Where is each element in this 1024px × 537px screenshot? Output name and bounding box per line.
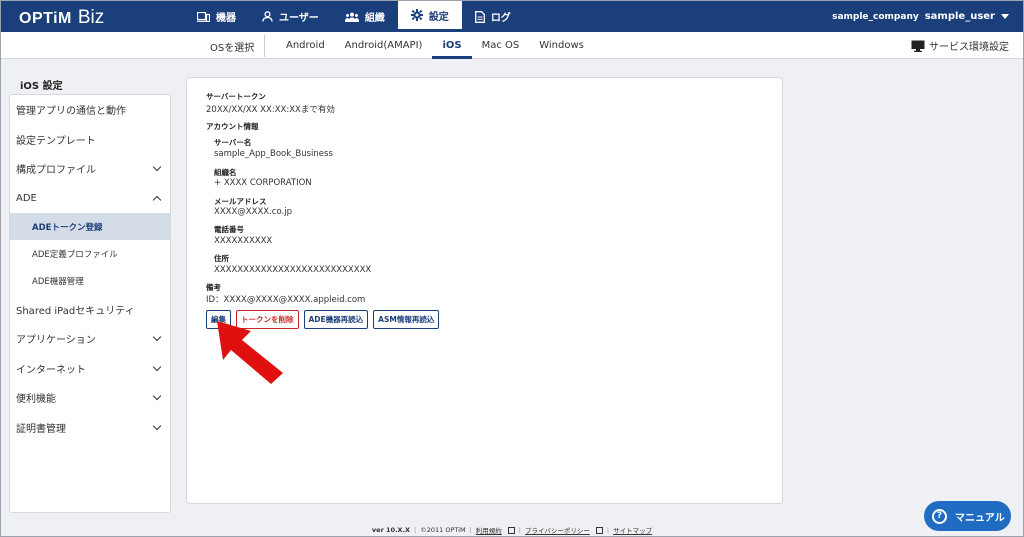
os-select-label: OSを選択 — [210, 43, 255, 54]
footer-privacy-link[interactable]: プライバシーポリシー — [525, 525, 590, 535]
footer-separator: | — [606, 526, 610, 534]
sidebar-item-templates[interactable]: 設定テンプレート — [10, 125, 170, 155]
email-label: メールアドレス — [214, 197, 267, 206]
divider — [264, 35, 265, 57]
sidebar-item-label: 便利機能 — [16, 394, 56, 406]
device-icon — [197, 11, 210, 22]
note-label: 備考 — [206, 283, 221, 292]
tab-macos[interactable]: Mac OS — [472, 32, 530, 59]
sidebar-item-certificates[interactable]: 証明書管理 — [10, 413, 170, 443]
sidebar-item-ade[interactable]: ADE — [10, 184, 170, 214]
help-icon: ? — [932, 508, 947, 524]
sidebar-item-label: 管理アプリの通信と動作 — [16, 106, 126, 118]
manual-button-label: マニュアル — [955, 512, 1005, 524]
sidebar-item-config-profiles[interactable]: 構成プロファイル — [10, 154, 170, 184]
footer-terms-link[interactable]: 利用規約 — [476, 525, 502, 535]
footer-version: ver 10.X.X — [371, 526, 411, 534]
sidebar: 管理アプリの通信と動作 設定テンプレート 構成プロファイル ADE ADEトーク… — [9, 94, 171, 513]
nav-organization-label: 組織 — [364, 13, 385, 24]
phone-label: 電話番号 — [214, 225, 244, 234]
optim-biz-logo[interactable]: OPTiM Biz — [19, 7, 104, 29]
sidebar-item-label: ADE — [16, 193, 37, 205]
sidebar-item-label: 設定テンプレート — [16, 135, 96, 147]
tab-windows[interactable]: Windows — [529, 32, 594, 59]
sidebar-title: iOS 設定 — [20, 81, 63, 92]
footer-separator: | — [518, 526, 521, 534]
chevron-down-icon — [152, 333, 162, 342]
sidebar-item-ade-token[interactable]: ADEトークン登録 — [10, 213, 170, 241]
nav-users-label: ユーザー — [279, 13, 319, 24]
sidebar-item-internet[interactable]: インターネット — [10, 354, 170, 384]
sidebar-item-label: 構成プロファイル — [16, 165, 96, 177]
logo-optim-text: OPTiM — [19, 10, 72, 27]
os-selector-bar: OSを選択 Android Android(AMAPI) iOS Mac OS … — [1, 32, 1023, 59]
gear-icon — [410, 9, 423, 21]
chevron-down-icon — [152, 421, 162, 431]
tab-ios[interactable]: iOS — [432, 32, 472, 59]
server-token-label: サーバートークン — [206, 92, 266, 101]
nav-settings[interactable]: 設定 — [397, 1, 462, 32]
ade-token-panel: サーバートークン 20XX/XX/XX XX:XX:XXまで有効 アカウント情報… — [186, 77, 783, 504]
sidebar-item-utilities[interactable]: 便利機能 — [10, 383, 170, 413]
logo-biz-text: Biz — [77, 7, 105, 28]
server-token-value: 20XX/XX/XX XX:XX:XXまで有効 — [206, 105, 335, 115]
phone-value: XXXXXXXXXX — [214, 236, 273, 246]
server-name-label: サーバー名 — [214, 138, 252, 147]
top-navbar: OPTiM Biz 機器 ユーザー 組織 設定 ログ sample_compan… — [1, 1, 1023, 32]
chevron-down-icon — [152, 362, 162, 372]
email-value: XXXX@XXXX.co.jp — [214, 207, 292, 217]
sidebar-item-shared-ipad[interactable]: Shared iPadセキュリティ — [10, 294, 170, 324]
caret-down-icon — [1001, 14, 1009, 19]
note-value: ID：XXXX@XXXX@XXXX.appleid.com — [206, 295, 366, 305]
os-tabs: Android Android(AMAPI) iOS Mac OS Window… — [276, 32, 594, 59]
nav-logs-label: ログ — [490, 13, 511, 24]
main-nav: 機器 ユーザー 組織 設定 ログ — [184, 1, 524, 32]
nav-logs[interactable]: ログ — [462, 1, 524, 32]
server-name-value: sample_App_Book_Business — [214, 149, 333, 159]
company-name: sample_company — [832, 11, 919, 22]
footer-copyright: ©2011 OPTiM — [420, 526, 466, 534]
pointer-arrow-icon — [217, 321, 283, 384]
account-info-label: アカウント情報 — [206, 122, 259, 131]
sidebar-item-app-communication[interactable]: 管理アプリの通信と動作 — [10, 95, 170, 125]
user-name: sample_user — [924, 11, 995, 22]
nav-devices-label: 機器 — [216, 13, 236, 24]
document-icon — [474, 10, 485, 23]
tab-android-amapi[interactable]: Android(AMAPI) — [335, 32, 433, 59]
address-value: XXXXXXXXXXXXXXXXXXXXXXXXXXX — [214, 265, 372, 275]
user-menu[interactable]: sample_company sample_user — [832, 1, 1009, 32]
nav-settings-label: 設定 — [428, 11, 449, 23]
nav-users[interactable]: ユーザー — [249, 1, 332, 32]
external-link-icon — [595, 526, 603, 534]
footer-sitemap-link[interactable]: サイトマップ — [613, 525, 652, 535]
address-label: 住所 — [214, 254, 229, 263]
sidebar-item-ade-devices[interactable]: ADE機器管理 — [10, 267, 170, 294]
footer-separator: | — [414, 526, 417, 534]
tab-android[interactable]: Android — [276, 32, 335, 59]
monitor-icon — [911, 40, 925, 52]
footer: ver 10.X.X | ©2011 OPTiM | 利用規約 | プライバシー… — [1, 525, 1023, 535]
chevron-up-icon — [152, 195, 162, 205]
external-link-icon — [507, 526, 515, 534]
service-env-label: サービス環境設定 — [929, 42, 1009, 53]
ade-reload-button[interactable]: ADE機器再読込 — [303, 310, 369, 329]
nav-devices[interactable]: 機器 — [184, 1, 249, 32]
sidebar-item-label: アプリケーション — [16, 335, 96, 347]
footer-separator: | — [469, 526, 472, 534]
user-icon — [262, 11, 273, 22]
asm-reload-button[interactable]: ASM情報再読込 — [373, 310, 440, 329]
chevron-down-icon — [152, 392, 162, 401]
sidebar-item-applications[interactable]: アプリケーション — [10, 324, 170, 354]
manual-button[interactable]: ? マニュアル — [924, 501, 1011, 531]
sidebar-item-ade-profile[interactable]: ADE定義プロファイル — [10, 240, 170, 267]
nav-organization[interactable]: 組織 — [332, 1, 398, 32]
org-value: + XXXX CORPORATION — [214, 178, 312, 188]
sidebar-item-label: Shared iPadセキュリティ — [16, 305, 135, 317]
service-env-settings-button[interactable]: サービス環境設定 — [911, 38, 1009, 53]
sidebar-item-label: インターネット — [16, 364, 86, 376]
org-label: 組織名 — [214, 168, 237, 177]
group-icon — [344, 12, 359, 22]
chevron-down-icon — [152, 163, 162, 172]
sidebar-item-label: 証明書管理 — [16, 424, 66, 436]
